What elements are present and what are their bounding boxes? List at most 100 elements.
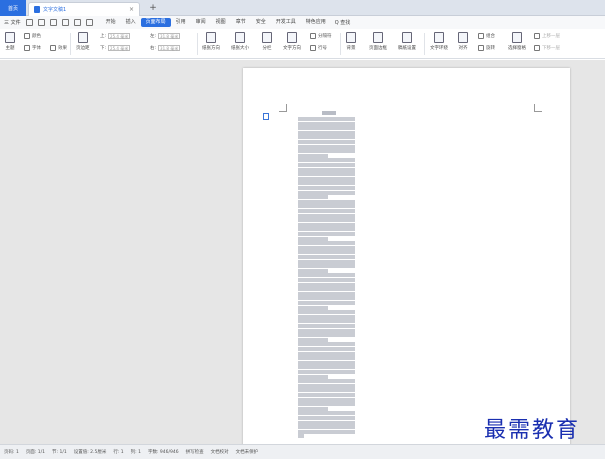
send-backward-button[interactable]: 下移一层: [534, 45, 560, 51]
search-button[interactable]: Q 查找: [335, 19, 351, 26]
margin-button[interactable]: 页边距: [76, 32, 90, 51]
status-pages[interactable]: 页面: 1/1: [26, 449, 45, 455]
text-line: [298, 190, 355, 195]
document-page[interactable]: [243, 68, 570, 446]
paper-size-button[interactable]: 纸张大小: [231, 32, 249, 51]
text-line: [298, 117, 355, 121]
group-button[interactable]: 组合: [478, 33, 495, 39]
separator: [197, 33, 198, 55]
status-page-number[interactable]: 页码: 1: [4, 449, 19, 455]
text-line: [298, 268, 328, 273]
text-line: [298, 149, 355, 154]
text-line: [298, 360, 355, 365]
tab-bar: 首页 文字文稿1 × +: [0, 0, 605, 16]
text-line: [298, 434, 304, 439]
text-line: [298, 291, 355, 296]
status-proofread[interactable]: 文档校对: [211, 449, 229, 455]
file-menu[interactable]: 三 文件: [4, 19, 21, 26]
menu-view[interactable]: 视图: [211, 18, 231, 27]
text-direction-button[interactable]: 文字方向: [283, 32, 301, 51]
save-icon[interactable]: [25, 19, 33, 26]
text-line: [298, 130, 355, 135]
selected-text-block[interactable]: [298, 111, 355, 439]
margin-bottom-field[interactable]: 下: 25.4 毫米: [100, 45, 131, 51]
text-line: [298, 153, 328, 158]
text-line: [298, 420, 355, 425]
text-line: [298, 324, 355, 328]
columns-button[interactable]: 分栏: [262, 32, 272, 51]
group-icon: [478, 33, 484, 39]
selection-pane-button[interactable]: 选择窗格: [508, 32, 526, 51]
text-line: [298, 126, 355, 131]
status-protection[interactable]: 文档未保护: [236, 449, 259, 455]
margin-corner-mark: [534, 104, 542, 112]
text-line: [298, 388, 355, 393]
menu-insert[interactable]: 插入: [121, 18, 141, 27]
home-tab[interactable]: 首页: [0, 0, 26, 16]
text-line: [298, 411, 355, 416]
text-line: [298, 209, 355, 213]
watermark-logo: 最需教育: [484, 418, 581, 443]
page-border-button[interactable]: 页面边框: [369, 32, 387, 51]
text-line: [298, 135, 355, 140]
text-line: [298, 356, 355, 361]
menu-start[interactable]: 开始: [101, 18, 121, 27]
redo-icon[interactable]: [85, 19, 93, 26]
effect-icon: [50, 45, 56, 51]
text-line: [298, 342, 355, 347]
menu-developer[interactable]: 开发工具: [271, 18, 301, 27]
print-icon[interactable]: [37, 19, 45, 26]
document-tab[interactable]: 文字文稿1 ×: [28, 2, 140, 16]
effect-button[interactable]: 效果: [50, 45, 67, 51]
menu-security[interactable]: 安全: [251, 18, 271, 27]
text-line: [298, 319, 355, 324]
status-section[interactable]: 节: 1/1: [52, 449, 67, 455]
selection-pane-icon: [512, 32, 522, 43]
status-row[interactable]: 行: 1: [113, 449, 123, 455]
menu-section[interactable]: 章节: [231, 18, 251, 27]
font-icon: [24, 45, 30, 51]
align-button[interactable]: 对齐: [458, 32, 468, 51]
color-button[interactable]: 颜色: [24, 33, 41, 39]
menu-review[interactable]: 审阅: [191, 18, 211, 27]
margin-icon: [77, 32, 88, 43]
bring-forward-button[interactable]: 上移一层: [534, 33, 560, 39]
margin-top-field[interactable]: 上: 25.4 毫米: [100, 33, 131, 39]
new-tab-button[interactable]: +: [147, 2, 159, 14]
menu-page-layout[interactable]: 页面布局: [140, 18, 171, 27]
export-icon[interactable]: [61, 19, 69, 26]
quick-access: 三 文件: [4, 19, 93, 26]
font-button[interactable]: 字体: [24, 45, 41, 51]
paragraph-anchor-icon[interactable]: [263, 113, 269, 120]
text-wrap-button[interactable]: 文字环绕: [430, 32, 448, 51]
manuscript-button[interactable]: 稿纸设置: [398, 32, 416, 51]
status-word-count[interactable]: 字数: 946/946: [148, 449, 179, 455]
line-number-button[interactable]: 行号: [310, 45, 327, 51]
text-line: [298, 328, 355, 333]
close-icon[interactable]: ×: [129, 6, 134, 13]
status-column[interactable]: 列: 1: [131, 449, 141, 455]
status-position[interactable]: 设置值: 2.5厘米: [74, 449, 107, 455]
status-spell-check[interactable]: 拼写检查: [186, 449, 204, 455]
undo-icon[interactable]: [73, 19, 81, 26]
text-line: [298, 163, 355, 167]
bring-forward-icon: [534, 33, 540, 39]
text-line: [298, 158, 355, 163]
text-line: [298, 232, 355, 236]
text-line: [298, 250, 355, 255]
orientation-button[interactable]: 纸张方向: [202, 32, 220, 51]
preview-icon[interactable]: [49, 19, 57, 26]
theme-button[interactable]: 主题: [5, 32, 15, 51]
margin-right-field[interactable]: 右: 31.8 毫米: [150, 45, 181, 51]
separator-button[interactable]: 分隔符: [310, 33, 332, 39]
document-workspace[interactable]: [0, 60, 605, 446]
text-line: [298, 204, 355, 209]
margin-corner-mark: [279, 104, 287, 112]
text-line: [298, 383, 355, 388]
menu-features[interactable]: 特色应用: [301, 18, 331, 27]
rotate-button[interactable]: 旋转: [478, 45, 495, 51]
menu-reference[interactable]: 引用: [171, 18, 191, 27]
text-line: [298, 416, 355, 420]
background-button[interactable]: 背景: [346, 32, 356, 51]
margin-left-field[interactable]: 左: 31.8 毫米: [150, 33, 181, 39]
